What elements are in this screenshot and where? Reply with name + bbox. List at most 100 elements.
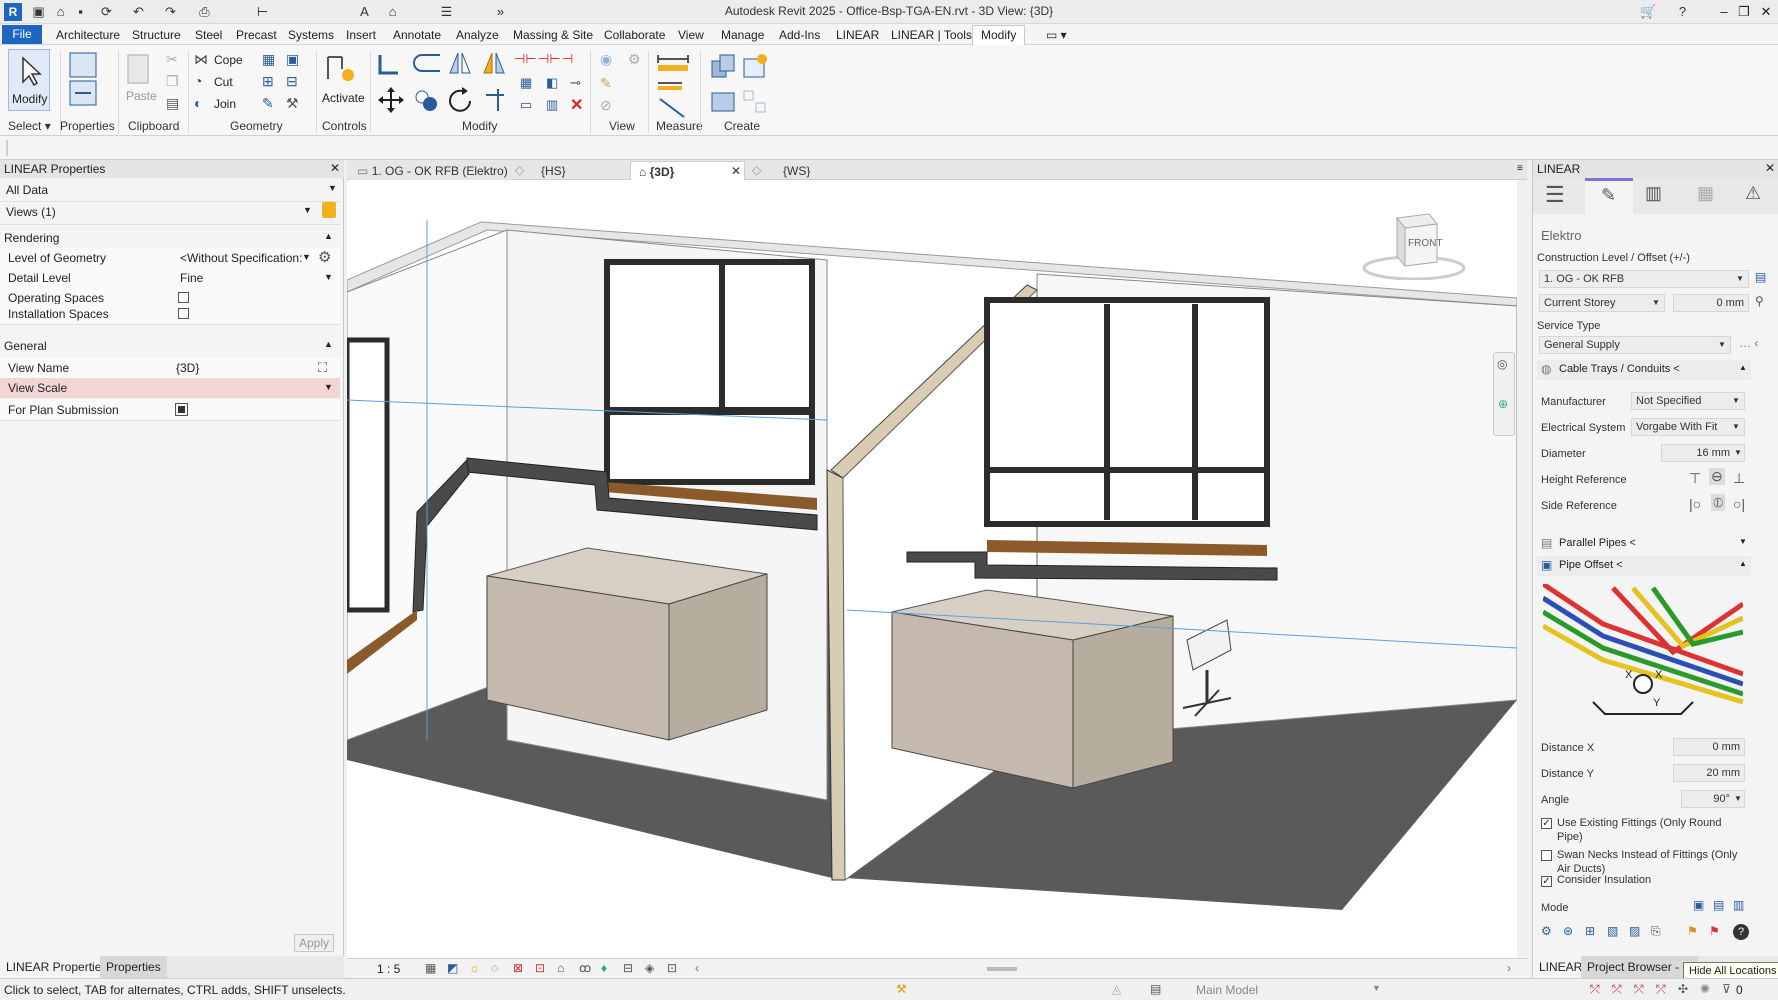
lock-icon[interactable] [322,202,336,218]
menu-view[interactable]: View [678,28,704,42]
tab-3d[interactable]: ⌂ {3D} ✕ [630,161,745,180]
cut-label[interactable]: Cut [214,75,233,89]
view-scale-row[interactable]: View Scale ▼ [0,378,340,398]
consider-insulation-checkbox[interactable]: ✓ [1541,876,1552,887]
filter-icon[interactable]: ⊽ [1722,982,1731,996]
duct-icon[interactable]: ▨ [1629,924,1640,938]
measure-along-icon[interactable] [656,95,690,119]
swan-necks-checkbox[interactable] [1541,850,1552,861]
scale-group-icon[interactable]: ▥ [546,97,558,113]
locations-icon[interactable]: ⚑ [1687,924,1698,938]
copy-icon[interactable]: ❐ [166,73,179,90]
main-model-label[interactable]: Main Model [1196,983,1258,997]
offset-input[interactable]: 0 mm [1673,294,1749,312]
rendering-header[interactable]: Rendering ▲ [0,228,340,248]
mode-2-icon[interactable]: ▤ [1713,898,1724,912]
views-dropdown[interactable]: Views (1) ▼ [0,202,340,222]
close-icon[interactable]: ✕ [330,161,340,175]
tab-menu-icon[interactable]: ≡ [1517,163,1523,174]
window-right[interactable] [984,297,1270,527]
tab-ws[interactable]: {WS} [775,161,855,180]
filter-dropdown[interactable]: All Data ▼ [0,180,340,200]
crop-view-icon[interactable]: ⊠ [513,961,523,975]
viewcube[interactable]: FRONT [1359,208,1469,281]
match-properties-icon[interactable]: ▤ [166,95,179,112]
detail-level-value[interactable]: Fine [180,271,203,285]
collapse-icon[interactable]: ▲ [324,231,333,241]
menu-manage[interactable]: Manage [721,28,764,42]
diameter-dropdown[interactable]: 16 mm ▼ [1661,444,1745,462]
view-tool-icon[interactable]: ⚙ [628,51,641,68]
pipe-offset-header[interactable]: ▣ Pipe Offset < ▲ [1537,556,1751,576]
view-name-value[interactable]: {3D} [176,361,199,375]
manufacturer-dropdown[interactable]: Not Specified ▼ [1631,392,1745,410]
electrical-system-dropdown[interactable]: Vorgabe With Fit ▼ [1631,418,1745,436]
select-underlay-icon[interactable]: ⤱ [1612,982,1622,997]
geometry-tool-icon[interactable]: ▦ [262,51,275,68]
menu-analyze[interactable]: Analyze [456,28,499,42]
create-group-icon[interactable] [708,87,738,117]
visual-style-icon[interactable]: ◩ [447,961,458,975]
use-existing-fittings-checkbox[interactable]: ✓ [1541,818,1552,829]
chevron-down-icon[interactable]: ▼ [302,252,311,262]
hide-all-locations-icon[interactable]: ⚑ [1709,924,1720,938]
general-header[interactable]: General ▲ [0,336,340,356]
menu-steel[interactable]: Steel [195,28,222,42]
unpin-icon[interactable]: ⊣ [562,51,573,67]
warning-icon[interactable]: ⚠ [1745,183,1761,204]
steering-wheel-icon[interactable]: ◎ [1497,357,1507,371]
layers-icon[interactable]: ▧ [1607,924,1618,938]
scale-icon[interactable]: ◧ [546,75,558,91]
chevron-down-icon[interactable]: ▼ [324,382,333,392]
properties-button[interactable] [66,49,102,111]
worksets-icon[interactable]: ⚒ [896,982,907,996]
close-icon[interactable]: ✕ [731,164,741,178]
array-icon[interactable]: ▦ [520,75,532,91]
side-center-icon[interactable]: ⦶ [1711,494,1726,511]
analysis-icon[interactable]: ⊟ [623,961,633,975]
drag-elements-icon[interactable]: ✣ [1678,982,1688,996]
pin-icon[interactable]: ⊸ [570,75,581,91]
tab-hs[interactable]: {HS} [533,161,613,180]
zoom-icon[interactable]: ⊕ [1498,397,1508,411]
menu-linear[interactable]: LINEAR [836,28,879,42]
side-right-icon[interactable]: ○| [1733,496,1745,512]
menu-modify[interactable]: Modify [972,25,1026,45]
grid-icon[interactable]: ▦ [1697,183,1714,204]
menu-add-ins[interactable]: Add-Ins [779,28,820,42]
parallel-pipes-header[interactable]: ▤ Parallel Pipes < ▼ [1537,534,1751,554]
temp-hide-icon[interactable]: ꝏ [579,961,591,975]
angle-dropdown[interactable]: 90° ▼ [1681,790,1745,808]
level-dropdown[interactable]: 1. OG - OK RFB ▼ [1539,270,1749,288]
restore-button[interactable]: ❐ [1732,2,1756,22]
level-of-geometry-value[interactable]: <Without Specification: [180,251,302,265]
cart-icon[interactable]: 🛒 [1640,3,1657,20]
join-icon[interactable]: ◐ [194,95,202,111]
aligned-dimension-icon[interactable] [656,77,690,93]
chevron-down-icon[interactable]: ▼ [324,272,333,282]
delete-icon[interactable]: ✕ [570,95,583,115]
menu-architecture[interactable]: Architecture [56,28,120,42]
contextual-tab-dropdown[interactable]: ▭ ▾ [1046,28,1067,42]
split-gap-icon[interactable]: ⊣⊢ [538,51,561,67]
move-icon[interactable] [376,85,406,115]
tab-properties[interactable]: Properties [100,956,167,978]
scissors-icon[interactable]: ✂ [166,51,178,68]
side-left-icon[interactable]: |○ [1689,496,1701,512]
menu-insert[interactable]: Insert [346,28,376,42]
cut-icon[interactable]: ◔ [194,73,202,89]
menu-icon[interactable]: ☰ [1545,182,1565,208]
constraints-icon[interactable]: ⊡ [667,961,677,975]
close-button[interactable]: ✕ [1754,2,1778,22]
array-path-icon[interactable]: ▭ [520,97,532,113]
split-icon[interactable]: ⊣⊢ [514,51,537,67]
paste-button[interactable]: Paste [122,51,158,109]
measure-between-icon[interactable] [656,53,690,75]
paint-icon[interactable]: ✎ [262,95,274,112]
apply-button[interactable]: Apply [294,934,334,952]
create-assembly-icon[interactable] [708,51,738,81]
service-more-icon[interactable]: … ‹ [1739,336,1758,350]
highlight-icon[interactable]: ◈ [645,961,654,975]
viewcube-front-label[interactable]: FRONT [1408,238,1442,249]
menu-precast[interactable]: Precast [236,28,277,42]
